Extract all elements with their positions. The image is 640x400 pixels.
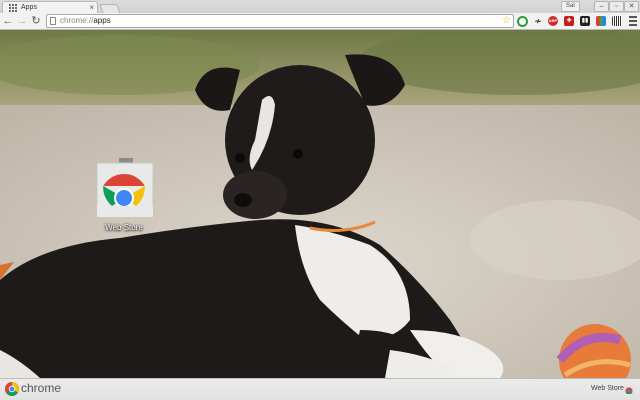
title-bar: Apps × Sal – ▫ ✕ bbox=[0, 0, 640, 14]
black-bars-extension-icon[interactable]: ▮▮ bbox=[580, 16, 590, 26]
close-window-button[interactable]: ✕ bbox=[624, 1, 639, 12]
web-store-link[interactable]: Web Store bbox=[591, 384, 624, 394]
web-store-icon bbox=[96, 158, 154, 218]
tab-title: Apps bbox=[21, 4, 37, 11]
minimize-button[interactable]: – bbox=[594, 1, 609, 12]
color-grid-extension-icon[interactable] bbox=[596, 16, 606, 26]
toolbar: ← → ↻ chrome://apps ☆ ≁ ABP ✚ ▮▮ bbox=[0, 13, 640, 30]
bookmark-star-icon[interactable]: ☆ bbox=[502, 14, 511, 27]
web-store-small-icon[interactable] bbox=[624, 384, 634, 394]
url-text[interactable]: chrome://apps bbox=[60, 15, 111, 27]
chrome-menu-icon[interactable] bbox=[629, 16, 637, 26]
maximize-button[interactable]: ▫ bbox=[609, 1, 624, 12]
chrome-logo-icon bbox=[5, 382, 19, 396]
swirl-extension-icon[interactable]: ≁ bbox=[533, 16, 543, 26]
forward-button[interactable]: → bbox=[16, 14, 28, 28]
tab-apps[interactable]: Apps × bbox=[2, 1, 98, 13]
app-label: Web Store bbox=[105, 223, 143, 232]
address-bar[interactable]: chrome://apps ☆ bbox=[46, 14, 514, 28]
tab-close-icon[interactable]: × bbox=[89, 2, 94, 13]
red-square-extension-icon[interactable]: ✚ bbox=[564, 16, 574, 26]
barcode-extension-icon[interactable] bbox=[612, 16, 622, 26]
page-icon bbox=[50, 17, 56, 25]
apps-page: Web Store bbox=[0, 30, 640, 378]
profile-button[interactable]: Sal bbox=[561, 1, 580, 12]
bottom-bar: chrome Web Store bbox=[0, 378, 640, 400]
green-ring-extension-icon[interactable] bbox=[517, 16, 528, 27]
back-button[interactable]: ← bbox=[2, 14, 14, 28]
app-tile-web-store[interactable]: Web Store bbox=[88, 158, 160, 238]
adblock-extension-icon[interactable]: ABP bbox=[548, 16, 558, 26]
apps-grid-icon bbox=[9, 4, 17, 12]
reload-button[interactable]: ↻ bbox=[30, 14, 42, 28]
brand-text: chrome bbox=[21, 381, 62, 395]
